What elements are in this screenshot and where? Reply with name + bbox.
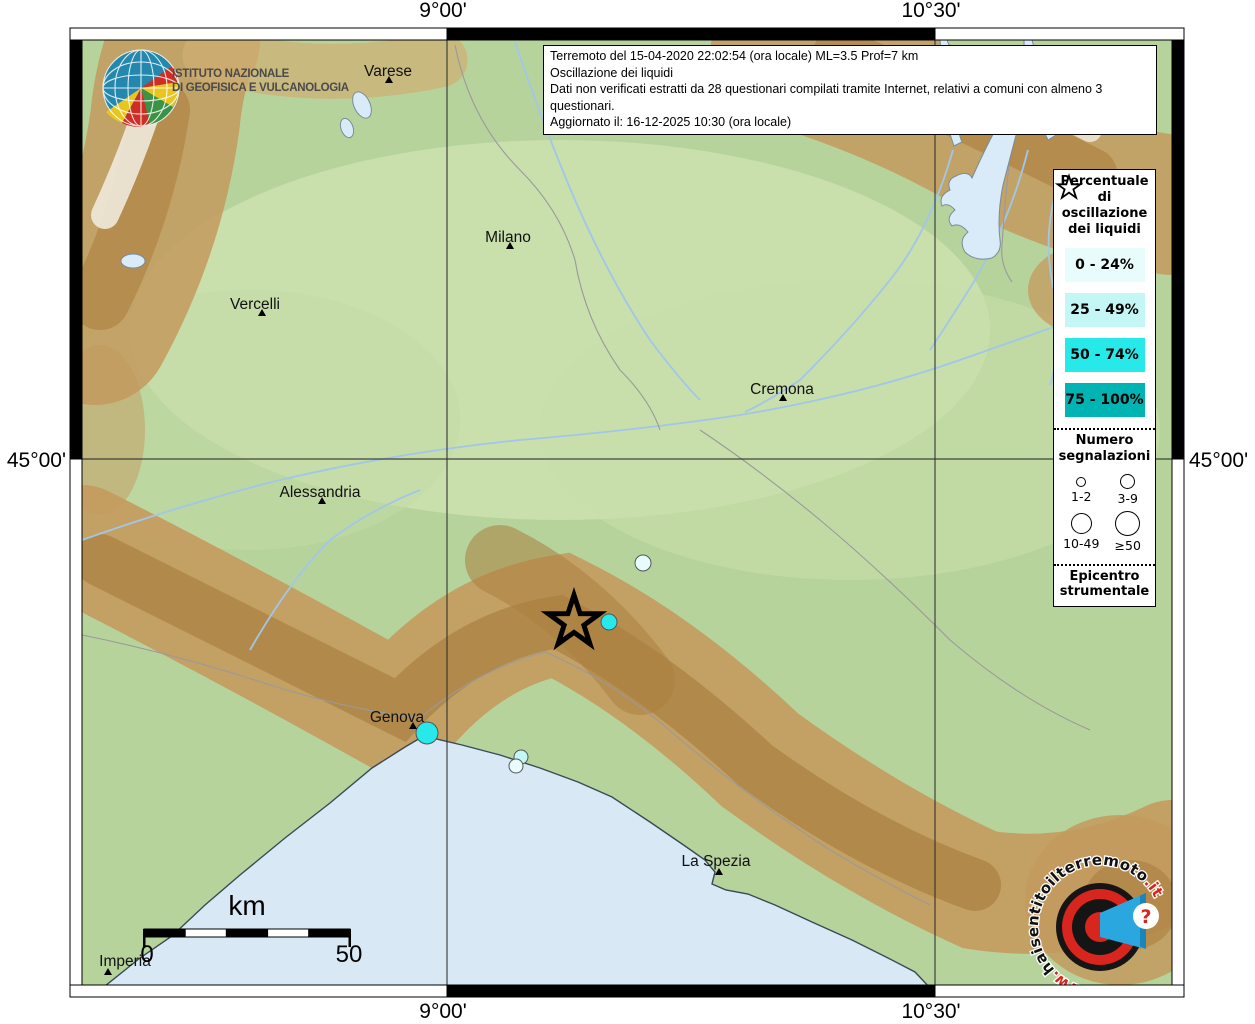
scale-end-label: 50 xyxy=(336,941,363,968)
axis-label-top: 9°00' xyxy=(419,0,466,22)
legend-swatch-25-49: 25 - 49% xyxy=(1064,293,1145,328)
count-circle-icon xyxy=(1070,512,1092,534)
legend-counts-title: Numero segnalazioni xyxy=(1058,433,1151,465)
count-circle-icon xyxy=(1076,476,1087,487)
legend-epicenter-title: Epicentro strumentale xyxy=(1059,568,1150,600)
axis-label-right: 45°00' xyxy=(1189,449,1248,472)
legend-swatch-0-24: 0 - 24% xyxy=(1064,248,1145,283)
city-label-genova: Genova xyxy=(370,709,425,726)
axis-label-top: 10°30' xyxy=(901,0,960,22)
city-label-alessandria: Alessandria xyxy=(280,484,361,501)
question-mark-icon: ? xyxy=(1140,906,1151,928)
count-symbol-50plus: ≥50 xyxy=(1105,508,1152,553)
count-circle-icon xyxy=(1115,510,1141,536)
count-symbol-3-9: 3-9 xyxy=(1105,471,1152,506)
axis-label-left: 45°00' xyxy=(7,449,66,472)
terrain-layer xyxy=(82,40,1172,985)
city-label-vercelli: Vercelli xyxy=(230,296,280,313)
city-label-la-spezia: La Spezia xyxy=(682,853,751,870)
info-line-event: Terremoto del 15-04-2020 22:02:54 (ora l… xyxy=(550,49,919,63)
observation-dot xyxy=(600,613,618,631)
legend-swatch-75-100: 75 - 100% xyxy=(1064,383,1145,418)
count-circle-icon xyxy=(1120,473,1136,489)
legend-panel: Percentuale di oscillazione dei liquidi … xyxy=(1053,169,1156,607)
scale-unit-label: km xyxy=(228,890,265,921)
earthquake-map-screenshot: ? www.haisentitoilterremoto.it VareseMil… xyxy=(0,0,1255,1024)
epicenter-star-icon xyxy=(1054,173,1084,201)
info-line-updated: Aggiornato il: 16-12-2025 10:30 (ora loc… xyxy=(550,115,792,129)
axis-label-bottom: 9°00' xyxy=(419,1000,466,1023)
count-symbol-1-2: 1-2 xyxy=(1058,471,1105,506)
info-line-disclaimer: Dati non verificati estratti da 28 quest… xyxy=(550,82,1103,113)
ingv-title-line1: ISTITUTO NAZIONALE xyxy=(172,68,290,80)
axis-label-bottom: 10°30' xyxy=(901,1000,960,1023)
ingv-title-line2: DI GEOFISICA E VULCANOLOGIA xyxy=(172,82,349,94)
legend-count-symbols: 1-2 3-9 10-49 ≥50 xyxy=(1054,471,1155,553)
ingv-globe-icon xyxy=(102,49,180,127)
observation-dot xyxy=(508,758,524,774)
count-symbol-10-49: 10-49 xyxy=(1058,508,1105,553)
city-label-milano: Milano xyxy=(485,229,531,246)
city-label-cremona: Cremona xyxy=(750,381,814,398)
earthquake-info-box: Terremoto del 15-04-2020 22:02:54 (ora l… xyxy=(543,45,1157,135)
info-line-effect: Oscillazione dei liquidi xyxy=(550,65,673,80)
scale-start-label: 0 xyxy=(140,941,153,968)
city-label-varese: Varese xyxy=(364,63,412,80)
legend-swatch-50-74: 50 - 74% xyxy=(1064,338,1145,373)
observation-dot xyxy=(634,554,652,572)
